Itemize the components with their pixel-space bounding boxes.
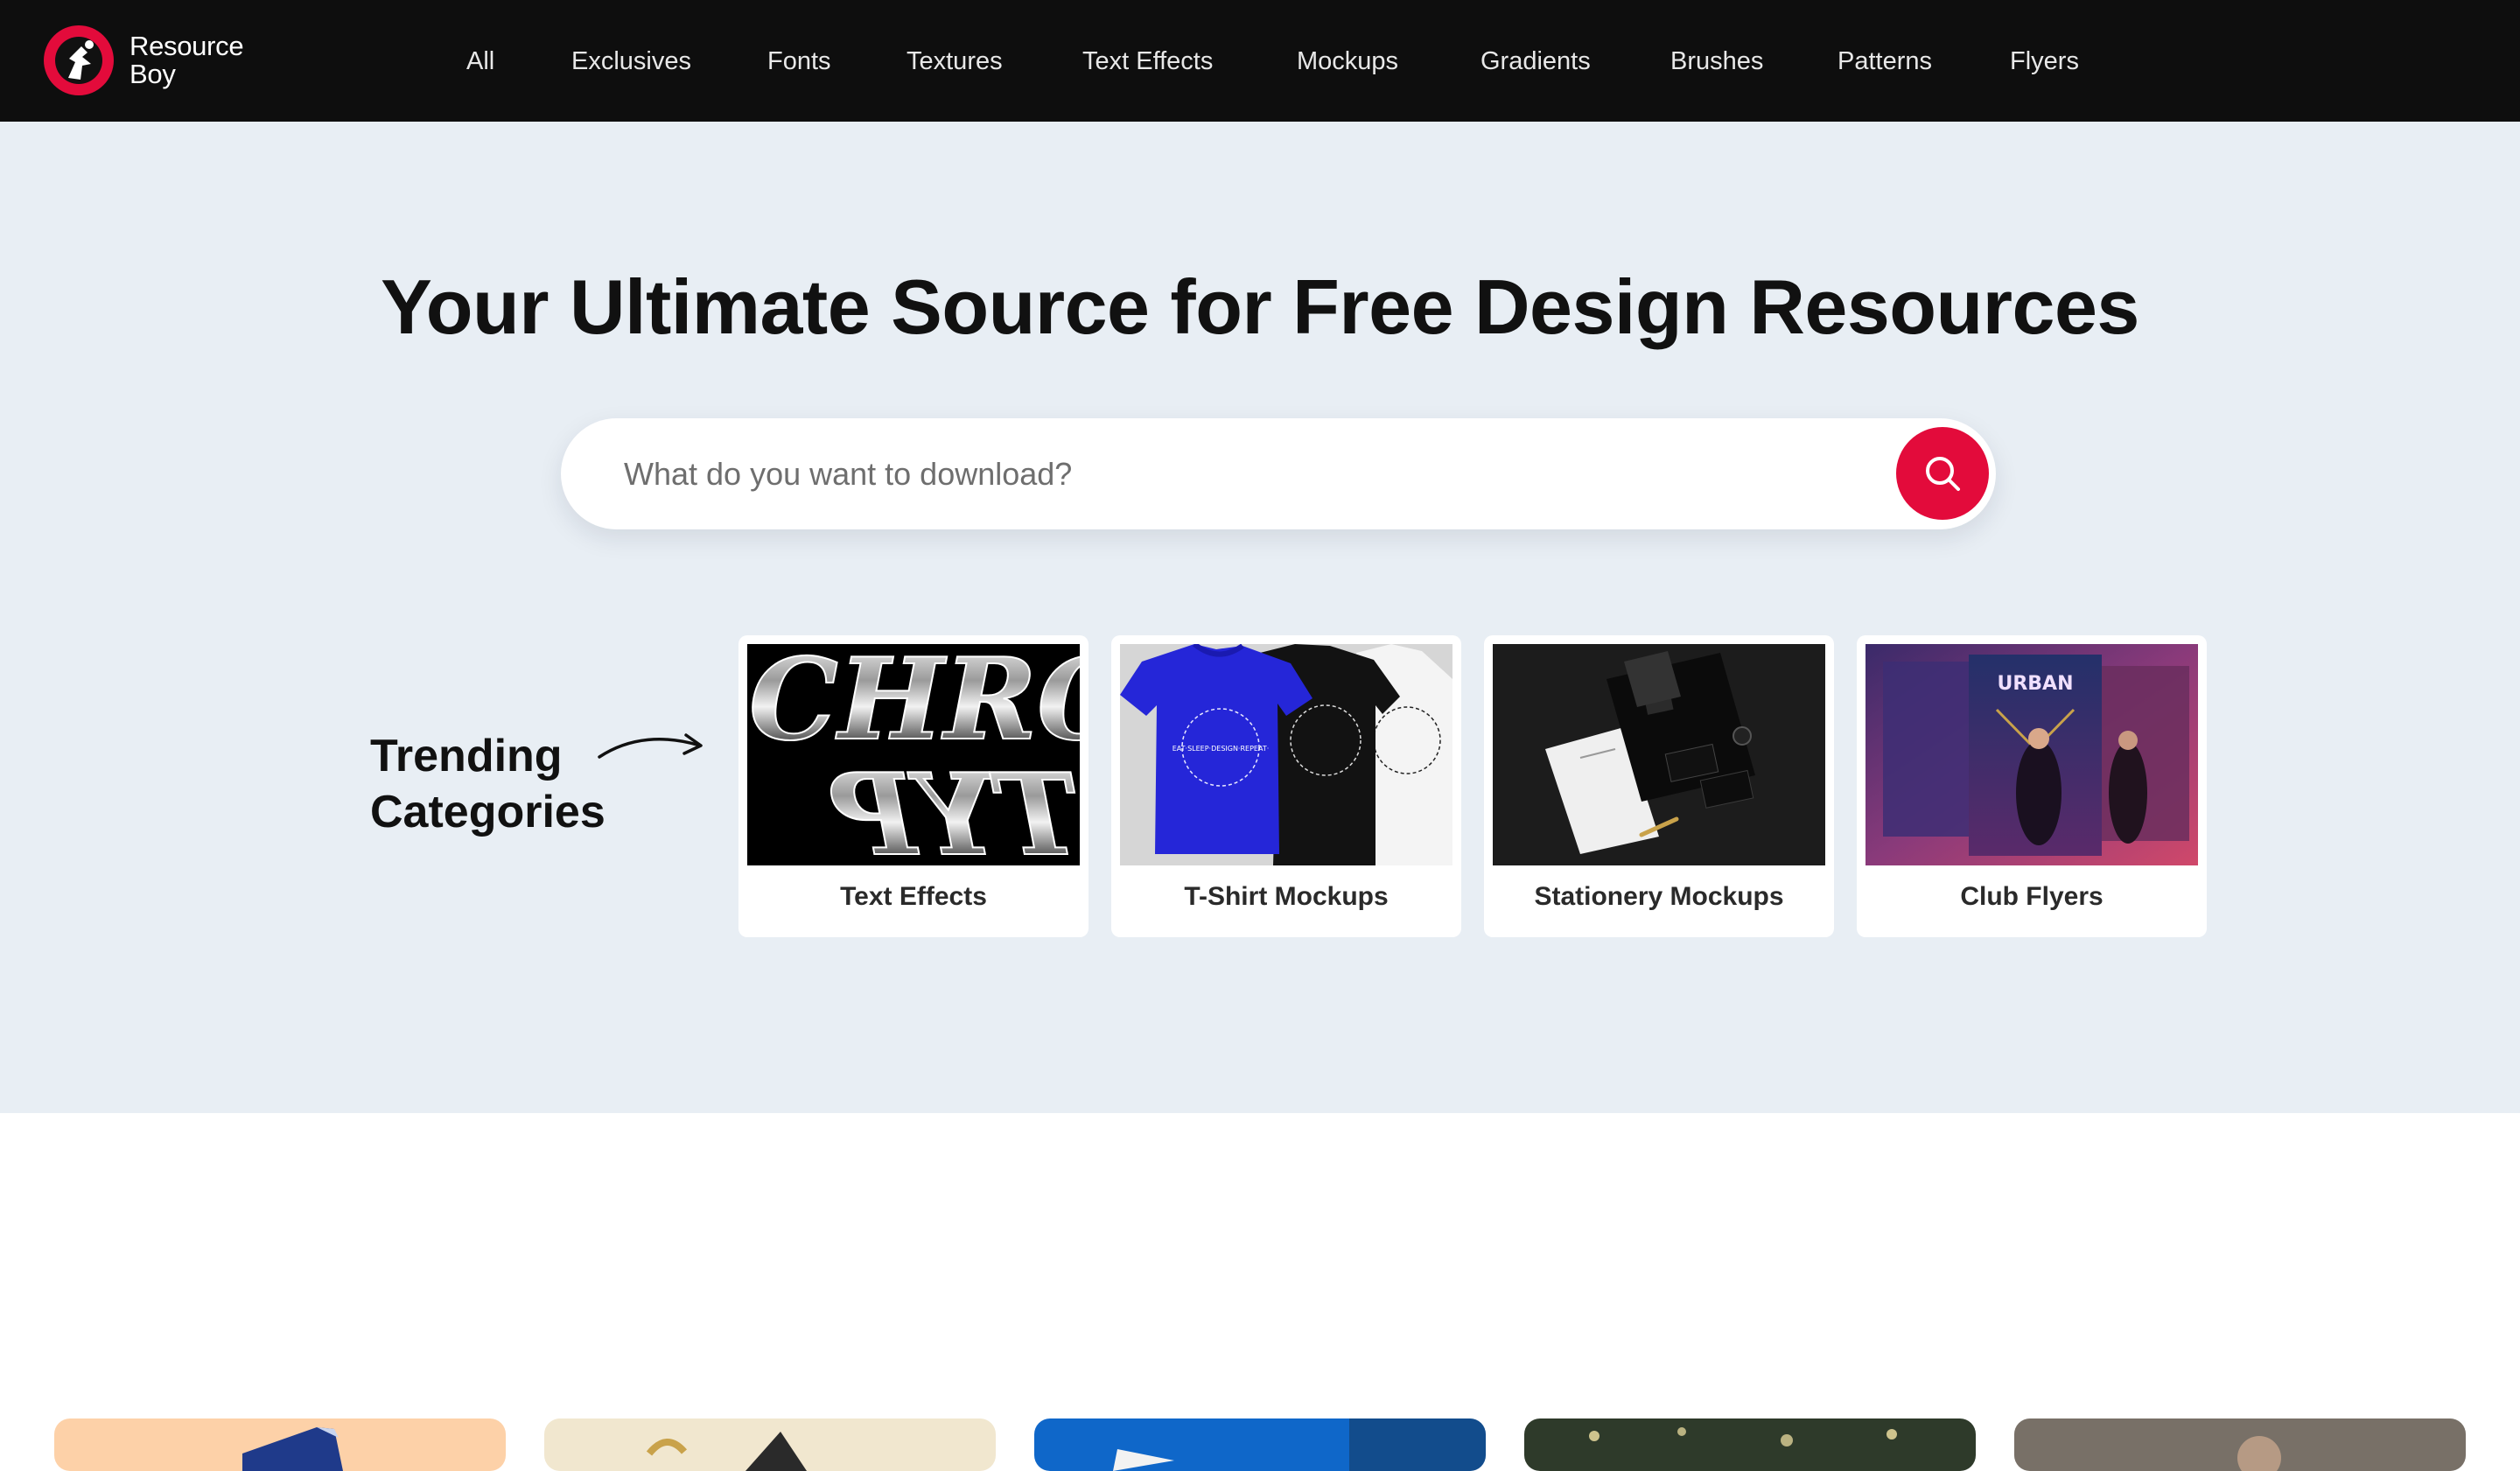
nav-fonts[interactable]: Fonts <box>767 44 831 79</box>
club-flyers-image: URBAN <box>1866 644 2198 865</box>
category-caption: Club Flyers <box>1960 882 2104 911</box>
resource-thumbnail-image <box>2014 1418 2466 1471</box>
stationery-image <box>1493 644 1825 865</box>
text-effects-thumbnail: CHRO TYP <box>747 644 1080 865</box>
trending-heading-line1: Trending <box>370 731 563 781</box>
nav-patterns[interactable]: Patterns <box>1838 44 1932 79</box>
category-card-tshirt-mockups[interactable]: EAT·SLEEP·DESIGN·REPEAT· T-Shirt Mockups <box>1111 635 1461 937</box>
nav-flyers[interactable]: Flyers <box>2010 44 2079 79</box>
tshirt-mockups-thumbnail: EAT·SLEEP·DESIGN·REPEAT· <box>1120 644 1452 865</box>
category-card-text-effects[interactable]: CHRO TYP Text Effects <box>738 635 1088 937</box>
trending-heading-line2: Categories <box>370 787 606 837</box>
resource-thumbnail[interactable] <box>1524 1418 1976 1471</box>
search-input[interactable] <box>622 447 1833 501</box>
nav-all[interactable]: All <box>466 44 494 79</box>
resource-thumbnail[interactable] <box>54 1418 506 1471</box>
resource-thumbnail-image <box>1589 1427 1897 1446</box>
resource-thumbnail[interactable] <box>544 1418 996 1471</box>
category-caption: Stationery Mockups <box>1534 882 1784 911</box>
stationery-mockups-thumbnail <box>1493 644 1825 865</box>
resource-thumbnail-image <box>1113 1418 1486 1471</box>
main-nav: All Exclusives Fonts Textures Text Effec… <box>0 0 2520 122</box>
hero-title: Your Ultimate Source for Free Design Res… <box>381 263 2139 350</box>
chrome-type-image: CHRO TYP <box>748 644 1080 865</box>
category-card-club-flyers[interactable]: URBAN Club Flyers <box>1857 635 2207 937</box>
resource-thumbnail-image <box>646 1432 807 1471</box>
tshirts-image: EAT·SLEEP·DESIGN·REPEAT· <box>1120 644 1452 865</box>
curved-arrow-icon <box>598 733 703 759</box>
search-button[interactable] <box>1896 427 1989 520</box>
resource-thumbnail[interactable] <box>1034 1418 1486 1471</box>
resource-thumbnail[interactable] <box>2014 1418 2466 1471</box>
category-caption: T-Shirt Mockups <box>1184 882 1389 911</box>
search-icon <box>1926 457 1960 491</box>
shirt-print-text: EAT·SLEEP·DESIGN·REPEAT· <box>1172 745 1270 753</box>
top-navigation-bar: Resource Boy All Exclusives Fonts Textur… <box>0 0 2520 122</box>
nav-exclusives[interactable]: Exclusives <box>571 44 691 79</box>
hero-section: Your Ultimate Source for Free Design Res… <box>0 122 2520 1113</box>
flyer-title-text: URBAN <box>1997 673 2073 695</box>
resource-thumbnail-image <box>242 1427 343 1471</box>
thumb-text-top: CHRO <box>749 644 1080 766</box>
search-bar <box>561 418 1996 529</box>
category-caption: Text Effects <box>840 882 987 911</box>
trending-categories-heading: Trending Categories <box>370 728 606 840</box>
nav-brushes[interactable]: Brushes <box>1670 44 1763 79</box>
nav-mockups[interactable]: Mockups <box>1297 44 1398 79</box>
nav-gradients[interactable]: Gradients <box>1480 44 1591 79</box>
category-card-stationery-mockups[interactable]: Stationery Mockups <box>1484 635 1834 937</box>
club-flyers-thumbnail: URBAN <box>1866 644 2198 865</box>
thumb-text-bottom: TYP <box>829 750 1080 865</box>
nav-text-effects[interactable]: Text Effects <box>1082 44 1213 79</box>
nav-textures[interactable]: Textures <box>906 44 1003 79</box>
